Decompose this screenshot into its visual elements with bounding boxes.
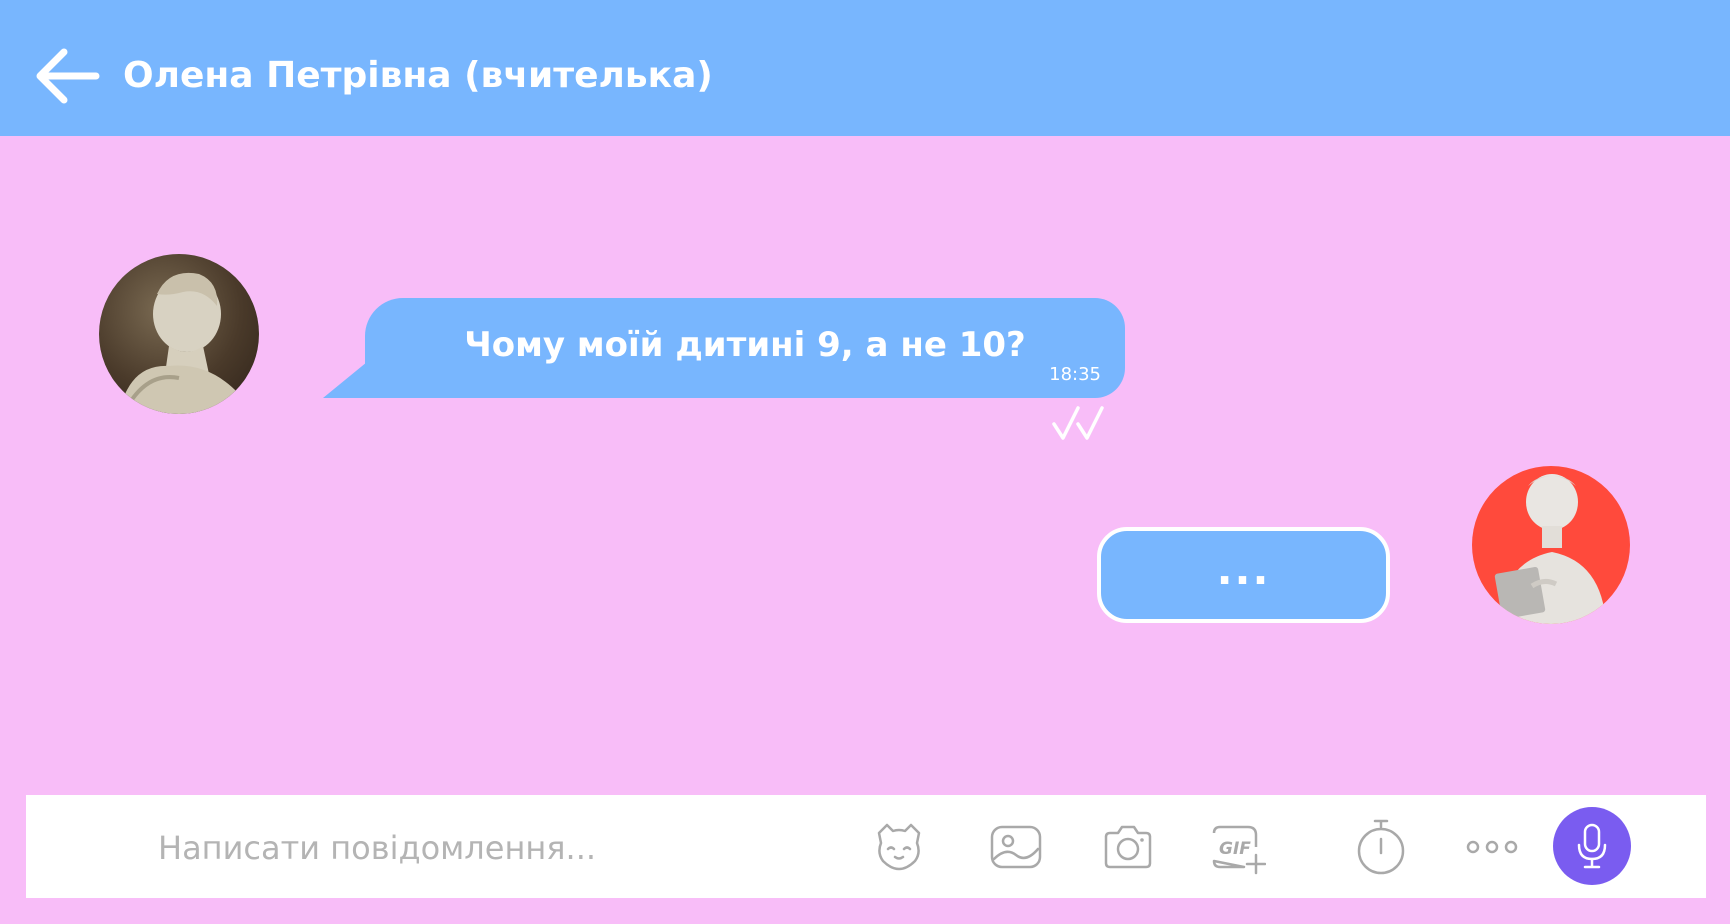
more-options-button[interactable] [1464, 819, 1520, 875]
voice-message-button[interactable] [1553, 807, 1631, 885]
typing-dots: ... [1216, 545, 1271, 594]
message-input[interactable] [156, 817, 810, 879]
gif-button[interactable]: GIF [1210, 819, 1266, 875]
gif-icon: GIF [1212, 825, 1266, 875]
timer-button[interactable] [1353, 817, 1409, 875]
microphone-icon [1577, 823, 1607, 869]
sticker-button[interactable] [871, 819, 927, 875]
camera-icon [1104, 825, 1152, 869]
chat-screen: Олена Петрівна (вчителька) Чому моїй дит… [0, 0, 1730, 924]
more-icon [1466, 840, 1518, 854]
chat-title: Олена Петрівна (вчителька) [123, 55, 713, 96]
chat-header: Олена Петрівна (вчителька) [0, 0, 1730, 136]
read-checkmarks-icon [1050, 404, 1106, 444]
gallery-button[interactable] [988, 819, 1044, 875]
message-bubble-tail [323, 362, 367, 398]
back-button[interactable] [32, 44, 102, 108]
statue-portrait-image [119, 272, 249, 414]
timer-icon [1357, 819, 1405, 875]
typing-indicator-bubble: ... [1097, 527, 1390, 623]
gallery-icon [990, 825, 1042, 869]
arrow-left-icon [36, 48, 100, 104]
camera-button[interactable] [1100, 819, 1156, 875]
incoming-message-bubble[interactable]: Чому моїй дитині 9, а не 10? 18:35 [365, 298, 1125, 398]
user-avatar[interactable] [1472, 466, 1630, 624]
statue-portrait-image [1494, 474, 1606, 624]
sticker-icon [877, 823, 921, 871]
svg-text:GIF: GIF [1219, 839, 1251, 859]
teacher-avatar[interactable] [99, 254, 259, 414]
message-time: 18:35 [1049, 364, 1101, 385]
message-text: Чому моїй дитині 9, а не 10? [464, 325, 1026, 365]
message-composer: GIF [26, 795, 1706, 898]
